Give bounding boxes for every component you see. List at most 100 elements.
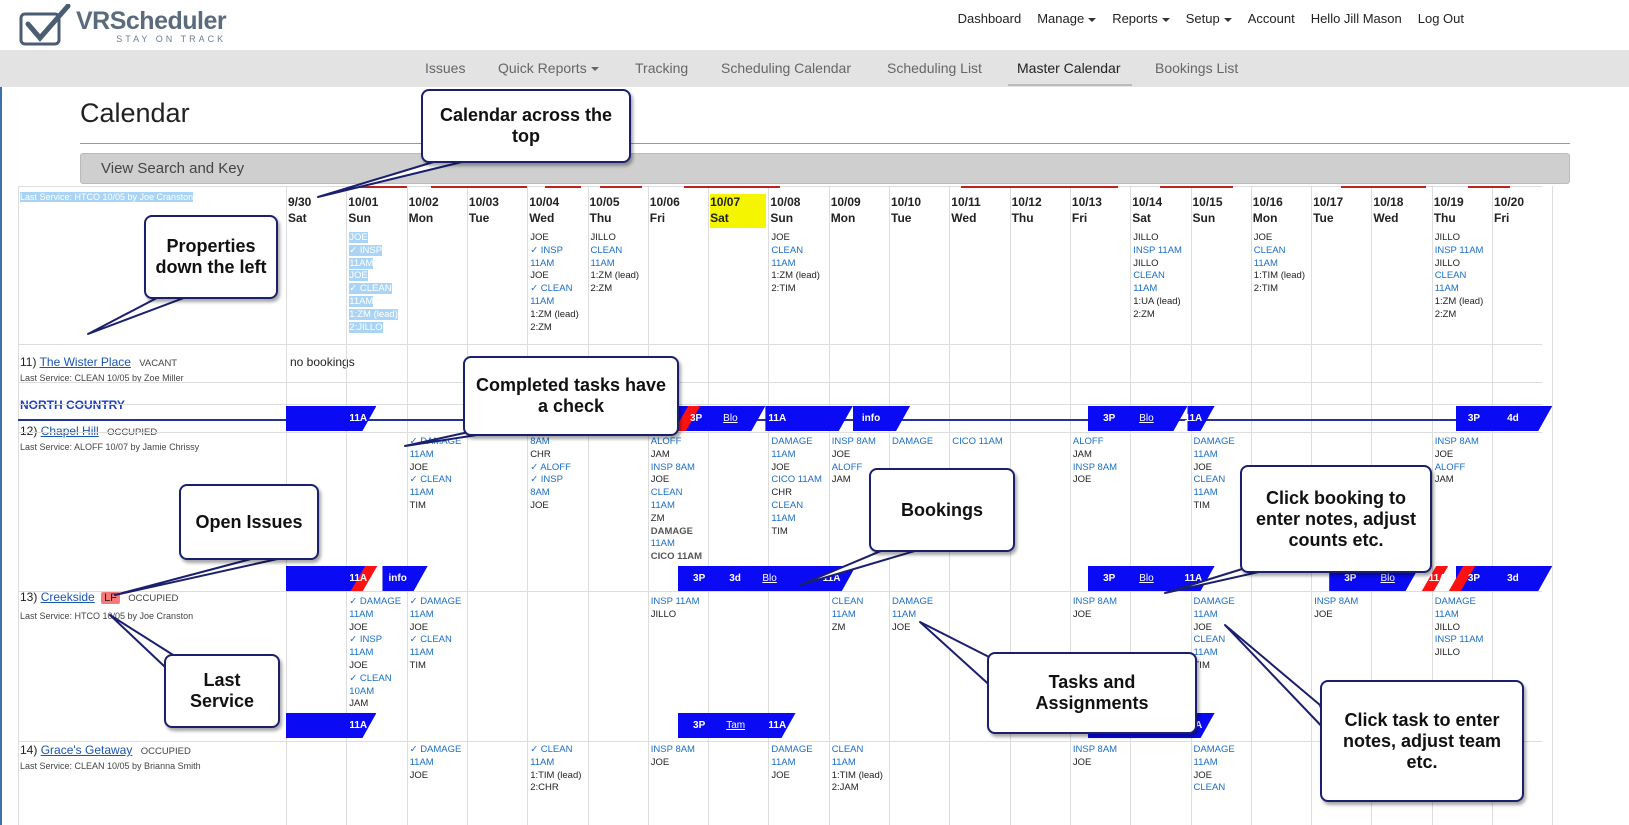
tab-tracking[interactable]: Tracking xyxy=(635,60,688,76)
task-link[interactable]: INSP 8AM xyxy=(1314,596,1358,609)
task-link[interactable]: INSP 8AM xyxy=(1073,744,1117,757)
nav-setup[interactable]: Setup xyxy=(1186,11,1232,26)
task-link[interactable]: ✓ CLEAN xyxy=(530,283,579,296)
booking-label[interactable]: 3P xyxy=(1103,413,1115,424)
task-cell[interactable]: JILLO INSP 11AM JILLO CLEAN 11AM 1:UA (lead) 2… xyxy=(1133,232,1182,322)
nav-dashboard[interactable]: Dashboard xyxy=(958,11,1022,26)
view-search-key-toggle[interactable]: View Search and Key xyxy=(80,153,1570,184)
task-link[interactable]: 11AM xyxy=(530,296,579,309)
task-link[interactable]: 11AM xyxy=(771,513,822,526)
booking-label[interactable]: 3P xyxy=(693,573,705,584)
task-cell[interactable]: DAMAGE 11AM JOE CLEAN 11AM TIM xyxy=(1194,596,1235,673)
property-link[interactable]: Grace's Getaway xyxy=(41,743,133,757)
task-link[interactable]: CLEAN xyxy=(1435,270,1484,283)
task-cell[interactable]: 8AM CHR ✓ ALOFF ✓ INSP 8AM JOE xyxy=(530,436,571,513)
task-link[interactable]: 11AM xyxy=(832,609,864,622)
booking-label[interactable]: 3d xyxy=(729,573,741,584)
task-link[interactable]: CLEAN xyxy=(591,245,640,258)
tab-issues[interactable]: Issues xyxy=(425,60,465,76)
task-link[interactable]: ✓ ALOFF xyxy=(530,462,571,475)
task-link[interactable]: JOE xyxy=(349,232,398,245)
task-link[interactable]: 11AM xyxy=(349,647,401,660)
task-link[interactable]: ✓ INSP xyxy=(349,634,401,647)
task-link[interactable]: 11AM xyxy=(410,609,462,622)
task-link[interactable]: DAMAGE xyxy=(1194,744,1235,757)
task-cell[interactable]: DAMAGE 11AM JOE xyxy=(771,744,812,782)
task-link[interactable]: ✓ CLEAN xyxy=(410,634,462,647)
task-link[interactable]: CLEAN xyxy=(1194,474,1235,487)
task-cell[interactable]: JILLO INSP 11AM JILLO CLEAN 11AM 1:ZM (lead) 2… xyxy=(1435,232,1484,322)
task-link[interactable]: INSP 8AM xyxy=(651,744,695,757)
task-link[interactable]: 11AM xyxy=(1194,609,1235,622)
task-cell[interactable]: DAMAGE 11AM JOE CLEAN xyxy=(1194,744,1235,795)
task-cell[interactable]: INSP 8AM JOE ALOFF JAM xyxy=(1435,436,1479,487)
task-cell[interactable]: DAMAGE xyxy=(892,436,933,449)
task-link[interactable]: INSP 8AM xyxy=(832,436,876,449)
task-cell[interactable]: JOE CLEAN 11AM 1:ZM (lead) 2:TIM xyxy=(771,232,820,296)
task-link[interactable]: ✓ CLEAN xyxy=(530,744,581,757)
booking-label[interactable]: 4d xyxy=(1507,413,1519,424)
task-cell[interactable]: JOE ✓ INSP 11AM JOE ✓ CLEAN 11AM 1:ZM (lead) 2:… xyxy=(530,232,579,334)
task-cell[interactable]: CLEAN 11AM 1:TIM (lead) 2:JAM xyxy=(832,744,883,795)
booking-label[interactable]: Blo xyxy=(1139,573,1153,584)
task-link[interactable]: ✓ CLEAN xyxy=(349,673,401,686)
task-link[interactable]: CLEAN xyxy=(771,245,820,258)
task-link[interactable]: 11AM xyxy=(892,609,933,622)
tab-quick-reports[interactable]: Quick Reports xyxy=(498,60,599,76)
task-link[interactable]: 11AM xyxy=(1435,609,1484,622)
task-link[interactable]: 11AM xyxy=(410,449,462,462)
booking-label[interactable]: 11A xyxy=(349,720,367,731)
task-cell[interactable]: DAMAGE 11AM JOE CICO 11AM CHR CLEAN 11AM TIM xyxy=(771,436,822,538)
booking-label[interactable]: 11A xyxy=(768,720,786,731)
task-cell[interactable]: INSP 11AM JILLO xyxy=(651,596,700,622)
task-link[interactable]: JOE xyxy=(349,270,398,283)
task-link[interactable]: INSP 11AM xyxy=(1435,245,1484,258)
property-link[interactable]: Chapel Hill xyxy=(41,424,99,438)
task-link[interactable]: 11AM xyxy=(591,258,640,271)
property-link[interactable]: Creekside xyxy=(41,590,95,604)
task-link[interactable]: 11AM xyxy=(1254,258,1305,271)
task-link[interactable]: INSP 8AM xyxy=(1073,596,1117,609)
booking-label[interactable]: 11A xyxy=(768,413,786,424)
task-link[interactable]: CICO 11AM xyxy=(651,551,702,564)
task-cell[interactable]: INSP 8AM JOE xyxy=(1314,596,1358,622)
task-link[interactable]: 11AM xyxy=(349,257,398,271)
task-link[interactable]: 11AM xyxy=(771,757,812,770)
property-link[interactable]: The Wister Place xyxy=(40,355,131,369)
open-issue-badge[interactable]: LF xyxy=(101,592,120,604)
task-link[interactable]: 11AM xyxy=(651,538,702,551)
booking-label[interactable]: 11A xyxy=(349,413,367,424)
task-link[interactable]: 11AM xyxy=(1435,283,1484,296)
tab-scheduling-calendar[interactable]: Scheduling Calendar xyxy=(721,60,851,76)
user-greeting[interactable]: Hello Jill Mason xyxy=(1311,11,1402,26)
task-link[interactable]: 11AM xyxy=(530,757,581,770)
task-link[interactable]: ✓ DAMAGE xyxy=(349,596,401,609)
task-link[interactable]: 11AM xyxy=(410,647,462,660)
task-link[interactable]: INSP 8AM xyxy=(1073,462,1117,475)
task-link[interactable]: INSP 11AM xyxy=(651,596,700,609)
booking-label[interactable]: 3d xyxy=(1507,573,1519,584)
task-cell[interactable]: ALOFF JAM INSP 8AM JOE CLEAN 11AM ZM DAMAGE 11AM… xyxy=(651,436,702,564)
task-link[interactable]: ✓ CLEAN xyxy=(410,474,462,487)
nav-logout[interactable]: Log Out xyxy=(1418,11,1464,26)
task-link[interactable]: 11AM xyxy=(530,258,579,271)
task-link[interactable]: CLEAN xyxy=(771,500,822,513)
task-link[interactable]: INSP 11AM xyxy=(1133,245,1182,258)
nav-account[interactable]: Account xyxy=(1248,11,1295,26)
task-cell[interactable]: CLEAN 11AM ZM xyxy=(832,596,864,634)
booking-label[interactable]: 3P xyxy=(693,720,705,731)
task-link[interactable]: CLEAN xyxy=(1194,634,1235,647)
booking-label[interactable]: 11A xyxy=(1184,413,1202,424)
booking-label[interactable]: Blo xyxy=(762,573,776,584)
booking-label[interactable]: 3P xyxy=(690,413,702,424)
booking-label[interactable]: 11A xyxy=(1429,573,1447,584)
task-link[interactable]: 11AM xyxy=(1194,757,1235,770)
task-cell[interactable]: ✓ DAMAGE 11AM JOE ✓ CLEAN 11AM TIM xyxy=(410,436,462,513)
task-link[interactable]: DAMAGE xyxy=(771,436,822,449)
booking-label[interactable]: Blo xyxy=(1139,413,1153,424)
task-link[interactable]: 10AM xyxy=(349,686,401,699)
task-cell[interactable]: ALOFF JAM INSP 8AM JOE xyxy=(1073,436,1117,487)
booking-label[interactable]: 11A xyxy=(823,573,841,584)
task-link[interactable]: ✓ CLEAN xyxy=(349,283,398,296)
task-cell[interactable]: INSP 8AM JOE xyxy=(1073,744,1117,770)
